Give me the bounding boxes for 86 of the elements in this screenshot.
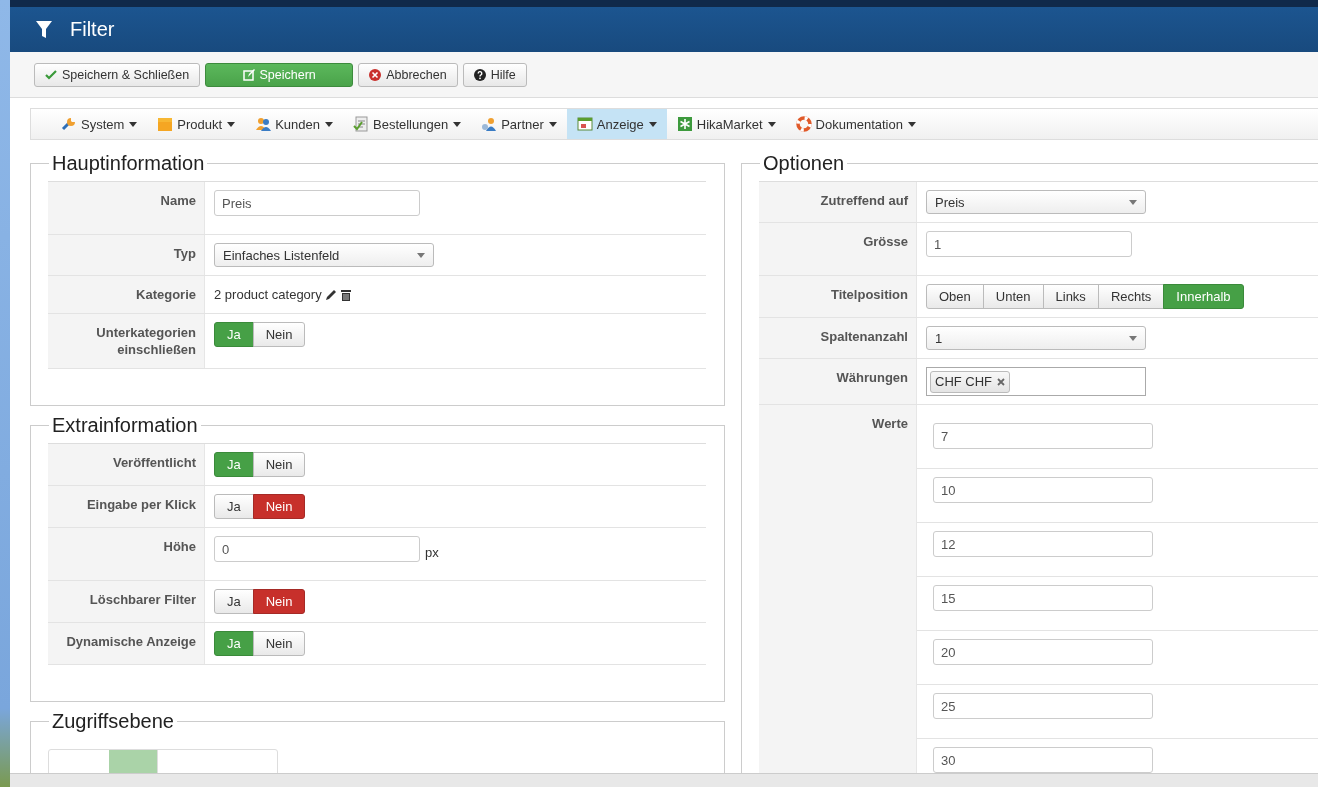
document-icon [353,116,369,132]
menu-item[interactable]: Partner [471,109,567,139]
category-text: 2 product category [214,287,322,302]
caret-icon [227,121,236,127]
menu-item[interactable]: Produkt [147,109,246,139]
menu-item[interactable]: Kunden [245,109,343,139]
cancel-icon [369,68,382,81]
value-field[interactable]: 12 [933,531,1153,557]
caret-icon [767,121,776,127]
help-icon [473,68,486,81]
text-field[interactable]: 0 [214,536,420,562]
dropdown[interactable]: Einfaches Listenfeld [214,243,434,267]
field-label: Kategorie [136,287,196,302]
lifebuoy-icon [795,116,812,132]
field-label: Grösse [863,234,908,249]
menu-item[interactable]: Anzeige [566,109,667,139]
toggle-option[interactable]: Nein [252,452,306,477]
caret-icon [417,252,425,258]
toggle-option[interactable]: Nein [252,322,306,347]
field-label: Zutreffend auf [820,193,908,208]
dropdown[interactable]: Preis [926,190,1146,214]
trash-icon[interactable] [339,288,352,301]
toggle-option[interactable]: Nein [252,494,306,519]
caret-icon [325,121,333,127]
toolbar-button[interactable]: Hilfe [462,62,527,87]
text-field[interactable]: Preis [214,190,420,216]
menu-item[interactable]: System [51,109,148,139]
edit-icon [242,68,255,81]
field-label: Werte [872,416,908,431]
value-field[interactable]: 25 [933,693,1153,719]
folder-icon [157,116,174,132]
dropdown[interactable]: 1 [926,326,1146,350]
value-field[interactable]: 10 [933,477,1153,503]
pencil-icon[interactable] [324,288,337,301]
field-label: Unterkategorien einschließen [96,325,196,357]
field-label: Löschbarer Filter [89,592,196,607]
currency-tag[interactable]: CHF CHF [930,370,1011,393]
caret-icon [908,121,916,127]
person-icon [481,116,498,132]
segment-option[interactable]: Links [1042,284,1099,309]
value-field[interactable]: 20 [933,639,1153,665]
field-label: Veröffentlicht [112,455,196,470]
users-icon [255,116,272,132]
caret-icon [453,121,462,127]
caret-icon [548,121,557,127]
field-label: Titelposition [830,287,908,302]
remove-icon[interactable] [997,377,1006,386]
field-label: Name [160,193,196,208]
toggle-option[interactable]: Nein [252,631,306,656]
filter-icon [35,19,53,40]
menu-item[interactable]: HikaMarket [666,109,786,139]
menu-item[interactable]: Dokumentation [785,109,926,139]
value-field[interactable]: 7 [933,423,1153,449]
window-icon [576,116,593,132]
text-field[interactable]: 1 [926,231,1132,257]
field-label: Dynamische Anzeige [66,634,196,649]
field-label: Spaltenanzahl [820,329,908,344]
unit-label: px [425,545,439,560]
field-label: Währungen [836,370,908,385]
menu-item[interactable]: Bestellungen [343,109,472,139]
section-title: Extrainformation [51,414,199,437]
asterisk-icon [676,116,693,132]
segment-option[interactable]: Oben [926,284,984,309]
segment-option[interactable]: Rechts [1097,284,1165,309]
caret-icon [648,121,657,127]
toggle-option[interactable]: Nein [252,589,306,614]
tag-field[interactable]: CHF CHF [926,367,1146,396]
section-title: Hauptinformation [51,152,206,175]
section-title: Optionen [762,152,846,175]
check-icon [45,68,57,81]
toggle-option[interactable]: Ja [214,589,254,614]
tools-icon [61,116,77,132]
page-title: Filter [70,18,115,41]
field-label: Typ [173,246,196,261]
toggle-option[interactable]: Ja [214,494,254,519]
segment-option[interactable]: Unten [982,284,1044,309]
section-title: Zugriffsebene [51,710,175,733]
field-label: Eingabe per Klick [86,497,196,512]
toolbar-button[interactable]: Abbrechen [358,62,458,87]
caret-icon [129,121,138,127]
value-field[interactable]: 15 [933,585,1153,611]
toolbar-button[interactable]: Speichern & Schließen [34,62,201,87]
field-label: Höhe [163,539,196,554]
value-field[interactable]: 30 [933,747,1153,773]
caret-icon [1129,199,1137,205]
caret-icon [1129,335,1137,341]
